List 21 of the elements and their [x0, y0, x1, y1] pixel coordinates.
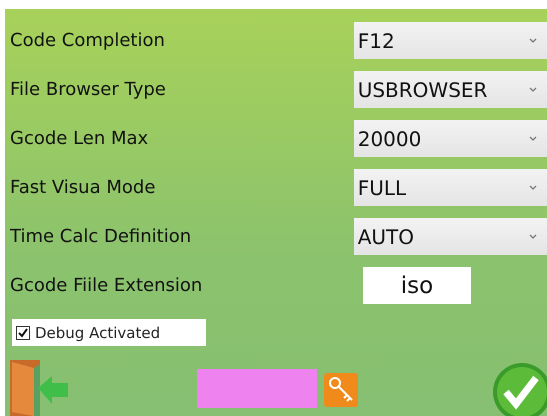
dropdown[interactable]: USBROWSER — [354, 71, 547, 108]
caret-icon — [529, 184, 537, 190]
caret-icon — [529, 234, 537, 240]
setting-label: Gcode Len Max — [9, 128, 150, 149]
key-icon[interactable] — [324, 373, 358, 407]
caret-icon — [529, 136, 537, 142]
debug-checkbox[interactable]: Debug Activated — [12, 319, 206, 346]
setting-label: Gcode Fiile Extension — [9, 275, 204, 296]
setting-label: Code Completion — [9, 30, 166, 51]
dropdown[interactable]: F12 — [354, 22, 547, 59]
input-field[interactable]: iso — [363, 267, 471, 304]
dropdown[interactable]: AUTO — [354, 218, 547, 255]
setting-label: Fast Visua Mode — [9, 177, 156, 198]
exit-door-icon[interactable] — [8, 360, 70, 416]
setting-label: Time Calc Definition — [9, 226, 192, 247]
caret-icon — [529, 86, 537, 92]
setting-label: File Browser Type — [9, 79, 167, 100]
confirm-check-icon[interactable] — [492, 362, 547, 416]
dropdown[interactable]: FULL — [354, 169, 547, 206]
dropdown[interactable]: 20000 — [354, 120, 547, 157]
caret-icon — [529, 38, 537, 44]
